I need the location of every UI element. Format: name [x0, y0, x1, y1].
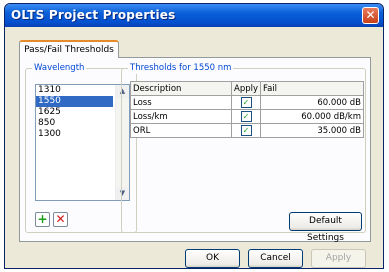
list-item[interactable]: 1310	[36, 85, 113, 96]
wavelength-list[interactable]: 1310 1550 1625 850 1300 ▲ ▼	[35, 84, 130, 201]
close-button[interactable]: ✕	[362, 7, 379, 24]
list-item[interactable]: 1625	[36, 107, 113, 118]
checkmark-icon: ✓	[242, 126, 250, 135]
window-title: OLTS Project Properties	[11, 8, 176, 22]
title-bar[interactable]: OLTS Project Properties ✕	[5, 4, 383, 27]
column-header-description[interactable]: Description	[130, 81, 232, 96]
fail-value[interactable]: 60.000 dB	[260, 95, 364, 110]
remove-wavelength-button[interactable]: ✕	[53, 212, 68, 227]
cancel-button[interactable]: Cancel	[248, 249, 303, 268]
dialog-window: OLTS Project Properties ✕ Pass/Fail Thre…	[4, 3, 384, 269]
fail-value[interactable]: 35.000 dB	[260, 123, 364, 138]
ok-button[interactable]: OK	[185, 249, 240, 268]
apply-button[interactable]: Apply	[311, 249, 366, 268]
list-item-selected[interactable]: 1550	[36, 96, 113, 107]
close-icon: ✕	[365, 8, 376, 22]
row-description: Loss/km	[130, 109, 232, 124]
tab-pass-fail-thresholds[interactable]: Pass/Fail Thresholds	[19, 40, 119, 58]
apply-cell: ✓	[231, 109, 261, 124]
apply-checkbox[interactable]: ✓	[240, 125, 252, 136]
table-row: Loss ✓ 60.000 dB	[130, 95, 364, 110]
apply-cell: ✓	[231, 95, 261, 110]
table-header-row: Description Apply Fail	[130, 81, 364, 96]
checkmark-icon: ✓	[242, 112, 250, 121]
x-icon: ✕	[55, 212, 66, 226]
tab-label: Pass/Fail Thresholds	[24, 45, 114, 55]
thresholds-table: Description Apply Fail Loss ✓ 60.000 dB …	[130, 81, 364, 138]
table-row: ORL ✓ 35.000 dB	[130, 123, 364, 138]
default-settings-button[interactable]: Default Settings	[289, 212, 362, 243]
checkmark-icon: ✓	[242, 98, 250, 107]
list-item[interactable]: 1300	[36, 129, 113, 140]
list-item[interactable]: 850	[36, 118, 113, 129]
row-description: Loss	[130, 95, 232, 110]
plus-icon: +	[37, 212, 48, 226]
column-header-apply[interactable]: Apply	[231, 81, 261, 96]
tab-panel: Wavelength 1310 1550 1625 850 1300 ▲ ▼ +…	[19, 57, 371, 243]
wavelength-group-label: Wavelength	[32, 62, 87, 74]
thresholds-group-label: Thresholds for 1550 nm	[128, 62, 234, 74]
apply-checkbox[interactable]: ✓	[240, 111, 252, 122]
apply-checkbox[interactable]: ✓	[240, 97, 252, 108]
thresholds-group: Thresholds for 1550 nm Description Apply…	[121, 62, 366, 243]
row-description: ORL	[130, 123, 232, 138]
table-row: Loss/km ✓ 60.000 dB/km	[130, 109, 364, 124]
fail-value[interactable]: 60.000 dB/km	[260, 109, 364, 124]
apply-cell: ✓	[231, 123, 261, 138]
column-header-fail[interactable]: Fail	[260, 81, 364, 96]
add-wavelength-button[interactable]: +	[35, 212, 50, 227]
